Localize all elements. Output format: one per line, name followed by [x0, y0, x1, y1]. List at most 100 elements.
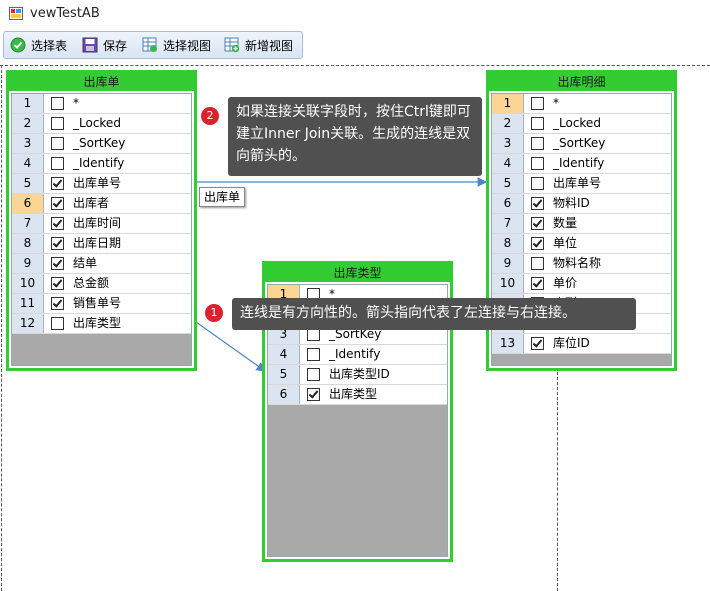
field-checkbox[interactable] — [51, 257, 64, 270]
row-number: 12 — [12, 314, 44, 333]
row-number: 1 — [12, 94, 44, 113]
field-checkbox[interactable] — [51, 97, 64, 110]
field-row[interactable]: 2 _Locked — [12, 114, 191, 134]
field-name: 出库类型ID — [329, 367, 390, 381]
field-name: 物料ID — [553, 196, 590, 210]
row-number: 4 — [268, 345, 300, 364]
field-name: _SortKey — [553, 136, 606, 150]
row-number: 3 — [492, 134, 524, 153]
field-row[interactable]: 4 _Identify — [268, 345, 447, 365]
field-row[interactable]: 9 物料名称 — [492, 254, 671, 274]
field-row[interactable]: 12 出库类型 — [12, 314, 191, 334]
row-number: 13 — [492, 334, 524, 353]
field-checkbox[interactable] — [531, 257, 544, 270]
row-number: 3 — [12, 134, 44, 153]
field-checkbox[interactable] — [531, 157, 544, 170]
field-name: 单位 — [553, 236, 578, 250]
field-row[interactable]: 8 出库日期 — [12, 234, 191, 254]
field-checkbox[interactable] — [531, 137, 544, 150]
field-checkbox[interactable] — [51, 297, 64, 310]
tip-badge: 2 — [201, 107, 219, 125]
field-row[interactable]: 5 出库单号 — [12, 174, 191, 194]
field-checkbox[interactable] — [531, 177, 544, 190]
row-number: 4 — [492, 154, 524, 173]
relation-label[interactable]: 出库单 — [199, 187, 246, 207]
row-number: 4 — [12, 154, 44, 173]
row-number: 5 — [492, 174, 524, 193]
table-window-chukudan[interactable]: 出库单 1 * 2 _Locked 3 _SortKey 4 _Identify 5 出库单号 6 出… — [6, 70, 197, 371]
row-number: 5 — [268, 365, 300, 384]
field-checkbox[interactable] — [51, 157, 64, 170]
row-number: 8 — [492, 234, 524, 253]
field-checkbox[interactable] — [51, 177, 64, 190]
field-row[interactable]: 3 _SortKey — [492, 134, 671, 154]
tip-badge: 1 — [205, 304, 223, 322]
field-name: 出库日期 — [73, 236, 122, 250]
field-checkbox[interactable] — [307, 368, 320, 381]
field-row[interactable]: 13 库位ID — [492, 334, 671, 354]
field-row[interactable]: 9 结单 — [12, 254, 191, 274]
field-row[interactable]: 7 出库时间 — [12, 214, 191, 234]
field-checkbox[interactable] — [531, 217, 544, 230]
empty-area — [12, 334, 191, 365]
annotation-tip-direction: 连线是有方向性的。箭头指向代表了左连接与右连接。 — [232, 298, 636, 330]
field-checkbox[interactable] — [51, 197, 64, 210]
table-title[interactable]: 出库明细 — [489, 73, 674, 91]
field-checkbox[interactable] — [51, 217, 64, 230]
field-name: * — [73, 96, 79, 110]
empty-area — [268, 405, 447, 556]
field-name: 出库者 — [73, 196, 110, 210]
field-checkbox[interactable] — [51, 277, 64, 290]
field-checkbox[interactable] — [531, 117, 544, 130]
field-row[interactable]: 6 物料ID — [492, 194, 671, 214]
field-row[interactable]: 3 _SortKey — [12, 134, 191, 154]
field-row[interactable]: 2 _Locked — [492, 114, 671, 134]
field-row[interactable]: 6 出库类型 — [268, 385, 447, 405]
field-checkbox[interactable] — [307, 348, 320, 361]
field-row[interactable]: 11 销售单号 — [12, 294, 191, 314]
field-row[interactable]: 5 出库单号 — [492, 174, 671, 194]
row-number: 10 — [12, 274, 44, 293]
row-number: 7 — [492, 214, 524, 233]
field-row[interactable]: 4 _Identify — [12, 154, 191, 174]
field-list: 1 * 2 _Locked 3 _SortKey 4 _Identify 5 出库单号 6 出库者 7 出… — [11, 93, 192, 366]
field-name: 出库时间 — [73, 216, 122, 230]
field-row[interactable]: 10 单价 — [492, 274, 671, 294]
field-checkbox[interactable] — [307, 388, 320, 401]
field-row[interactable]: 7 数量 — [492, 214, 671, 234]
table-title[interactable]: 出库类型 — [265, 264, 450, 282]
field-name: 单价 — [553, 276, 578, 290]
field-name: _Identify — [553, 156, 605, 170]
field-row[interactable]: 8 单位 — [492, 234, 671, 254]
row-number: 2 — [12, 114, 44, 133]
field-row[interactable]: 6 出库者 — [12, 194, 191, 214]
field-name: 销售单号 — [73, 296, 122, 310]
row-number: 9 — [12, 254, 44, 273]
field-row[interactable]: 1 * — [12, 94, 191, 114]
field-checkbox[interactable] — [51, 117, 64, 130]
field-row[interactable]: 10 总金额 — [12, 274, 191, 294]
field-checkbox[interactable] — [51, 137, 64, 150]
field-name: 出库类型 — [73, 316, 122, 330]
field-name: _Locked — [553, 116, 601, 130]
field-row[interactable]: 4 _Identify — [492, 154, 671, 174]
field-checkbox[interactable] — [531, 97, 544, 110]
field-checkbox[interactable] — [531, 337, 544, 350]
row-number: 2 — [492, 114, 524, 133]
table-title[interactable]: 出库单 — [9, 73, 194, 91]
field-name: 库位ID — [553, 336, 590, 350]
field-name: 出库单号 — [73, 176, 122, 190]
field-checkbox[interactable] — [531, 277, 544, 290]
field-checkbox[interactable] — [531, 237, 544, 250]
field-checkbox[interactable] — [51, 237, 64, 250]
empty-area — [492, 354, 671, 365]
field-row[interactable]: 1 * — [492, 94, 671, 114]
row-number: 6 — [12, 194, 44, 213]
row-number: 11 — [12, 294, 44, 313]
row-number: 7 — [12, 214, 44, 233]
field-name: 物料名称 — [553, 256, 602, 270]
field-row[interactable]: 5 出库类型ID — [268, 365, 447, 385]
annotation-tip-inner-join: 如果连接关联字段时，按住Ctrl键即可建立Inner Join关联。生成的连线是… — [228, 97, 482, 176]
field-checkbox[interactable] — [531, 197, 544, 210]
field-checkbox[interactable] — [51, 317, 64, 330]
